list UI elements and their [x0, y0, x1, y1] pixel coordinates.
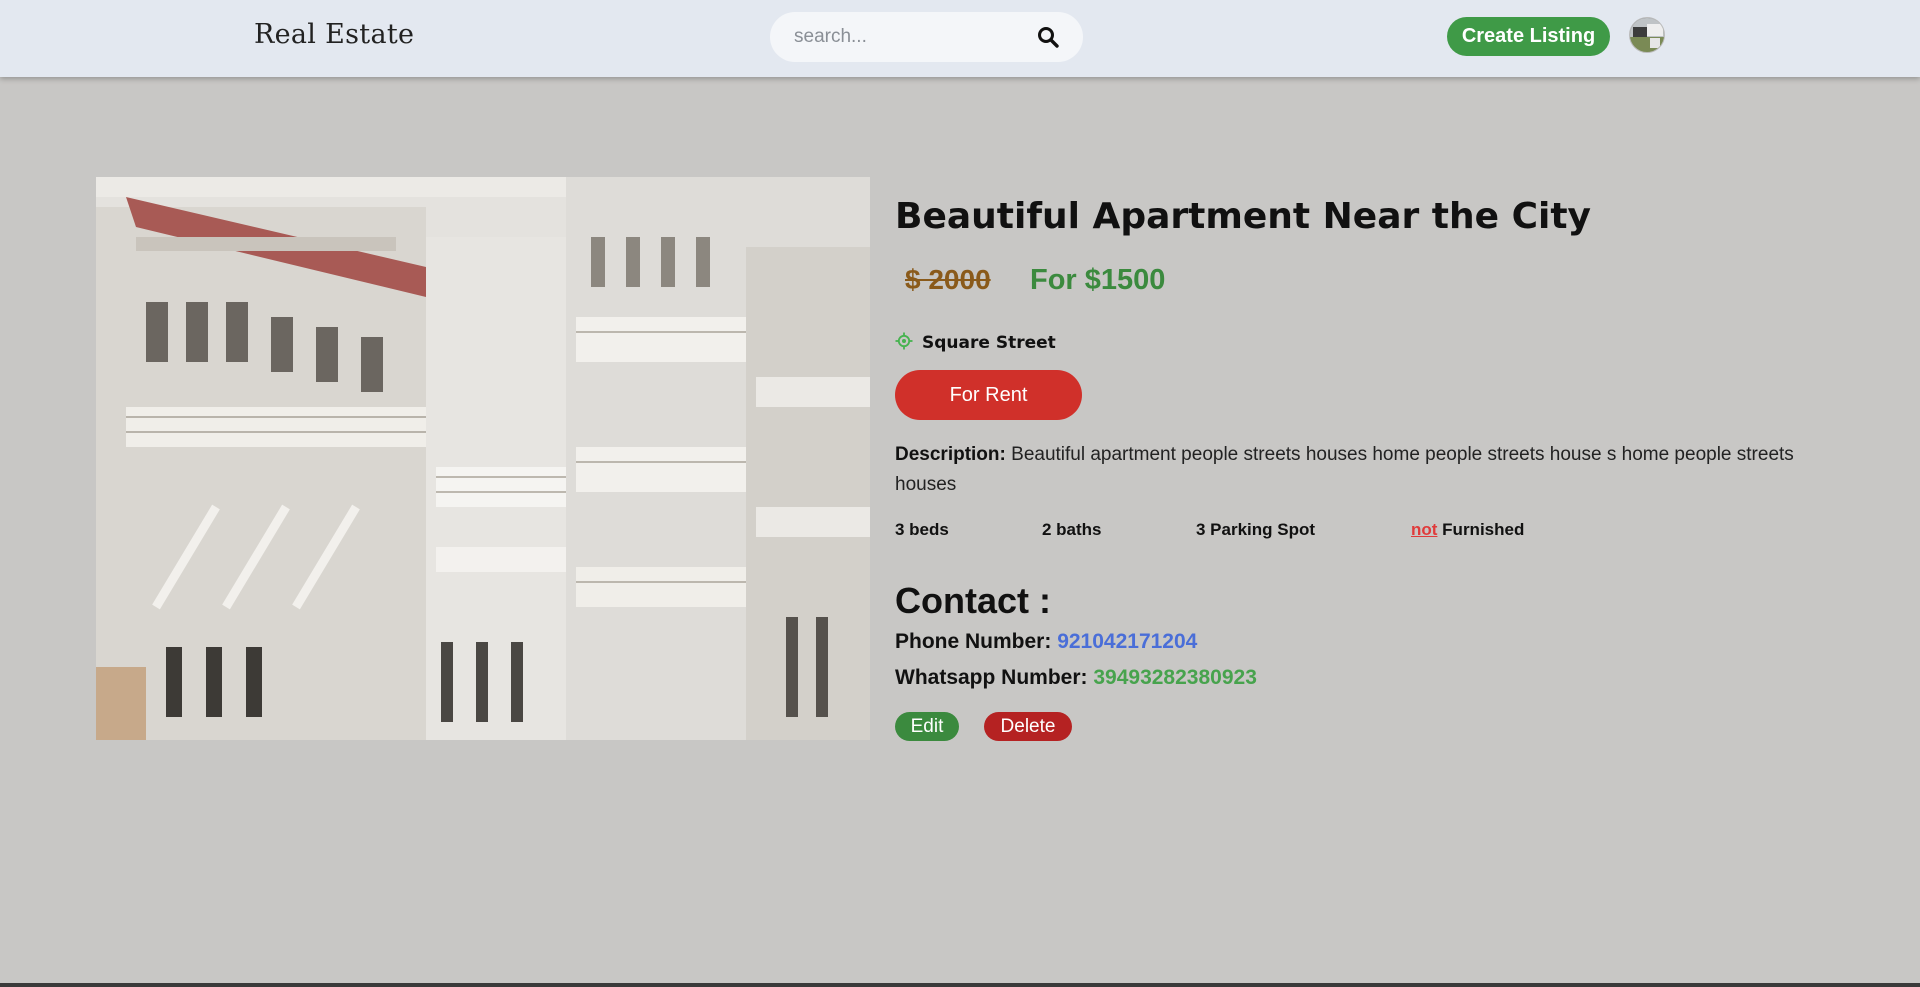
description-label: Description:: [895, 444, 1006, 465]
whatsapp-row: Whatsapp Number: 39493282380923: [895, 666, 1257, 690]
address-text: Square Street: [922, 333, 1056, 353]
listing-photo: [96, 177, 870, 740]
phone-row: Phone Number: 921042171204: [895, 630, 1197, 654]
search-icon[interactable]: [1037, 26, 1059, 48]
description-text: Beautiful apartment people streets house…: [895, 444, 1794, 495]
navbar: Real Estate Create Listing: [0, 0, 1920, 77]
baths-count: 2 baths: [1042, 520, 1102, 539]
not-label: not: [1411, 520, 1438, 539]
beds-count: 3 beds: [895, 520, 949, 539]
for-rent-badge[interactable]: For Rent: [895, 370, 1082, 420]
edit-button[interactable]: Edit: [895, 712, 959, 741]
discount-price: For $1500: [1030, 264, 1166, 296]
location-icon: [895, 332, 913, 355]
regular-price: $ 2000: [905, 264, 991, 295]
listing-address: Square Street: [895, 331, 1056, 355]
whatsapp-number[interactable]: 39493282380923: [1093, 666, 1257, 689]
parking-count: 3 Parking Spot: [1196, 520, 1316, 539]
bottom-edge: [0, 983, 1920, 987]
furnished-status: not Furnished: [1411, 520, 1524, 540]
brand-logo[interactable]: Real Estate: [254, 19, 414, 50]
contact-heading: Contact :: [895, 580, 1051, 621]
delete-button[interactable]: Delete: [984, 712, 1072, 741]
create-listing-button[interactable]: Create Listing: [1447, 17, 1610, 56]
listing-title: Beautiful Apartment Near the City: [895, 196, 1592, 237]
phone-label: Phone Number:: [895, 630, 1052, 653]
description: Description: Beautiful apartment people …: [895, 440, 1795, 500]
search-input[interactable]: [794, 24, 1024, 50]
avatar[interactable]: [1629, 17, 1665, 53]
whatsapp-label: Whatsapp Number:: [895, 666, 1088, 689]
furnished-label: Furnished: [1442, 520, 1525, 539]
search-bar: [770, 12, 1083, 62]
phone-number[interactable]: 921042171204: [1057, 630, 1197, 653]
